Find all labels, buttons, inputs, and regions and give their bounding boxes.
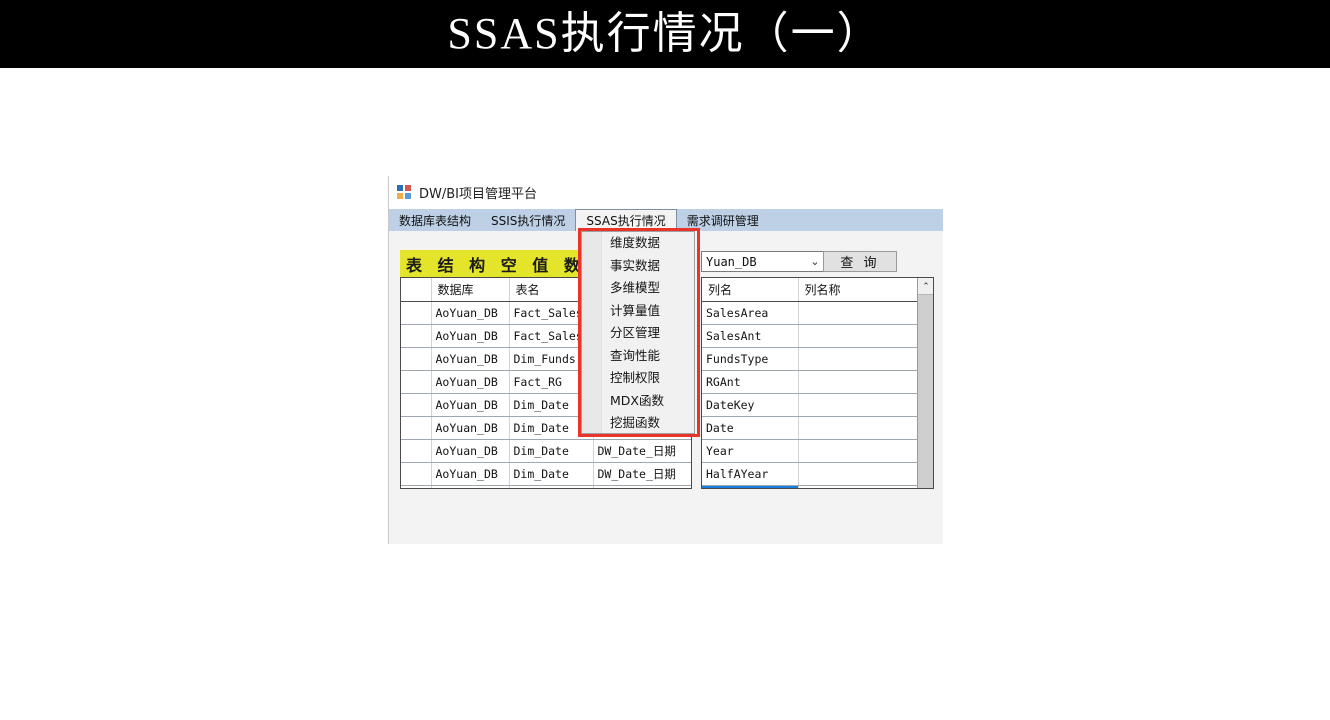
cell-database[interactable]: AoYuan_DB — [431, 416, 510, 440]
row-marker — [401, 370, 432, 394]
menu-item-fact-data[interactable]: 事实数据 — [582, 255, 694, 278]
database-select-value: Yuan_DB — [706, 254, 757, 269]
slide-title-banner: SSAS执行情况（一） — [0, 0, 1330, 68]
app-grid-icon — [397, 185, 412, 200]
cell-tablelabel[interactable]: DW_Date_日期 — [593, 439, 691, 463]
column-detail-table: 列名 列名称 SalesArea SalesAnt FundsType RGAn… — [702, 278, 933, 488]
column-header-columnname: 列名 — [702, 278, 799, 302]
table-row[interactable]: Quarter_num — [702, 485, 933, 488]
cell-tablename[interactable]: Dim_Date — [509, 439, 594, 463]
cell-database[interactable]: AoYuan_DB — [431, 301, 510, 325]
row-marker — [401, 416, 432, 440]
cell-columnlabel[interactable] — [798, 416, 933, 440]
chevron-down-icon: ⌄ — [810, 256, 820, 268]
tab-database-structure[interactable]: 数据库表结构 — [389, 209, 481, 231]
menu-item-access-control[interactable]: 控制权限 — [582, 367, 694, 390]
column-header-selector — [401, 278, 432, 302]
page-title: SSAS执行情况（一） — [447, 9, 883, 58]
cell-database[interactable]: AoYuan_DB — [431, 347, 510, 371]
tab-ssis-execution[interactable]: SSIS执行情况 — [481, 209, 575, 231]
database-select[interactable]: Yuan_DB ⌄ — [701, 251, 825, 272]
menu-item-dimension-data[interactable]: 维度数据 — [582, 232, 694, 255]
cell-columnname[interactable]: HalfAYear — [702, 462, 799, 486]
cell-columnlabel[interactable] — [798, 347, 933, 371]
table-header-row: 列名 列名称 — [702, 278, 933, 302]
app-titlebar: DW/BI项目管理平台 — [389, 176, 943, 209]
column-header-columnlabel: 列名称 — [798, 278, 933, 302]
menu-item-mining-functions[interactable]: 挖掘函数 — [582, 412, 694, 435]
cell-columnname-selected[interactable]: Quarter_num — [702, 485, 799, 488]
cell-database[interactable]: AoYuan_DB — [431, 485, 510, 488]
cell-columnlabel[interactable] — [798, 301, 933, 325]
cell-tablelabel[interactable]: DW_Date_日期 — [593, 485, 691, 488]
vertical-scrollbar[interactable]: ⌃ — [917, 278, 933, 488]
cell-database[interactable]: AoYuan_DB — [431, 462, 510, 486]
table-row[interactable]: ▶AoYuan_DBDim_DateDW_Date_日期 — [401, 485, 691, 488]
column-header-database: 数据库 — [431, 278, 510, 302]
cell-columnlabel[interactable] — [798, 439, 933, 463]
table-row[interactable]: Year — [702, 439, 933, 463]
row-marker — [401, 347, 432, 371]
menu-item-calculated-measure[interactable]: 计算量值 — [582, 300, 694, 323]
scroll-up-arrow-icon[interactable]: ⌃ — [918, 278, 933, 295]
cell-columnname[interactable]: SalesAnt — [702, 324, 799, 348]
table-row[interactable]: FundsType — [702, 347, 933, 371]
cell-columnlabel[interactable] — [798, 393, 933, 417]
cell-database[interactable]: AoYuan_DB — [431, 393, 510, 417]
table-row[interactable]: RGAnt — [702, 370, 933, 394]
table-row[interactable]: Date — [702, 416, 933, 440]
cell-columnname[interactable]: FundsType — [702, 347, 799, 371]
menu-item-multidimensional-model[interactable]: 多维模型 — [582, 277, 694, 300]
cell-columnlabel[interactable] — [798, 462, 933, 486]
table-row[interactable]: DateKey — [702, 393, 933, 417]
row-marker: ▶ — [401, 485, 432, 488]
row-marker — [401, 324, 432, 348]
cell-columnlabel[interactable] — [798, 324, 933, 348]
cell-database[interactable]: AoYuan_DB — [431, 439, 510, 463]
menu-item-partition-management[interactable]: 分区管理 — [582, 322, 694, 345]
menu-item-query-performance[interactable]: 查询性能 — [582, 345, 694, 368]
cell-columnlabel[interactable] — [798, 370, 933, 394]
cell-columnname[interactable]: Date — [702, 416, 799, 440]
row-marker — [401, 439, 432, 463]
app-window-title: DW/BI项目管理平台 — [419, 187, 537, 202]
table-row[interactable]: SalesAnt — [702, 324, 933, 348]
cell-database[interactable]: AoYuan_DB — [431, 324, 510, 348]
cell-columnlabel[interactable] — [798, 485, 933, 488]
cell-columnname[interactable]: Year — [702, 439, 799, 463]
table-row[interactable]: AoYuan_DB Dim_Date DW_Date_日期 — [401, 462, 691, 486]
cell-tablename[interactable]: Dim_Date — [509, 485, 594, 488]
cell-database[interactable]: AoYuan_DB — [431, 370, 510, 394]
column-detail-grid[interactable]: 列名 列名称 SalesArea SalesAnt FundsType RGAn… — [701, 277, 934, 489]
row-marker — [401, 393, 432, 417]
row-marker — [401, 301, 432, 325]
table-row[interactable]: AoYuan_DB Dim_Date DW_Date_日期 — [401, 439, 691, 463]
table-row[interactable]: HalfAYear — [702, 462, 933, 486]
cell-columnname[interactable]: RGAnt — [702, 370, 799, 394]
cell-columnname[interactable]: DateKey — [702, 393, 799, 417]
tab-ssas-execution[interactable]: SSAS执行情况 — [575, 209, 677, 231]
tab-strip: 数据库表结构 SSIS执行情况 SSAS执行情况 需求调研管理 — [389, 209, 943, 231]
slide-page: SSAS执行情况（一） DW/BI项目管理平台 数据库表结构 SSIS执行情况 … — [0, 0, 1330, 720]
cell-columnname[interactable]: SalesArea — [702, 301, 799, 325]
tab-requirement-research[interactable]: 需求调研管理 — [677, 209, 769, 231]
menu-item-mdx-functions[interactable]: MDX函数 — [582, 390, 694, 413]
column-detail-body: SalesArea SalesAnt FundsType RGAnt DateK… — [702, 301, 933, 488]
table-row[interactable]: SalesArea — [702, 301, 933, 325]
query-button[interactable]: 查 询 — [823, 251, 897, 272]
cell-tablelabel[interactable]: DW_Date_日期 — [593, 462, 691, 486]
cell-tablename[interactable]: Dim_Date — [509, 462, 594, 486]
ssas-dropdown-menu[interactable]: 维度数据 事实数据 多维模型 计算量值 分区管理 查询性能 控制权限 MDX函数… — [581, 231, 695, 434]
row-marker — [401, 462, 432, 486]
